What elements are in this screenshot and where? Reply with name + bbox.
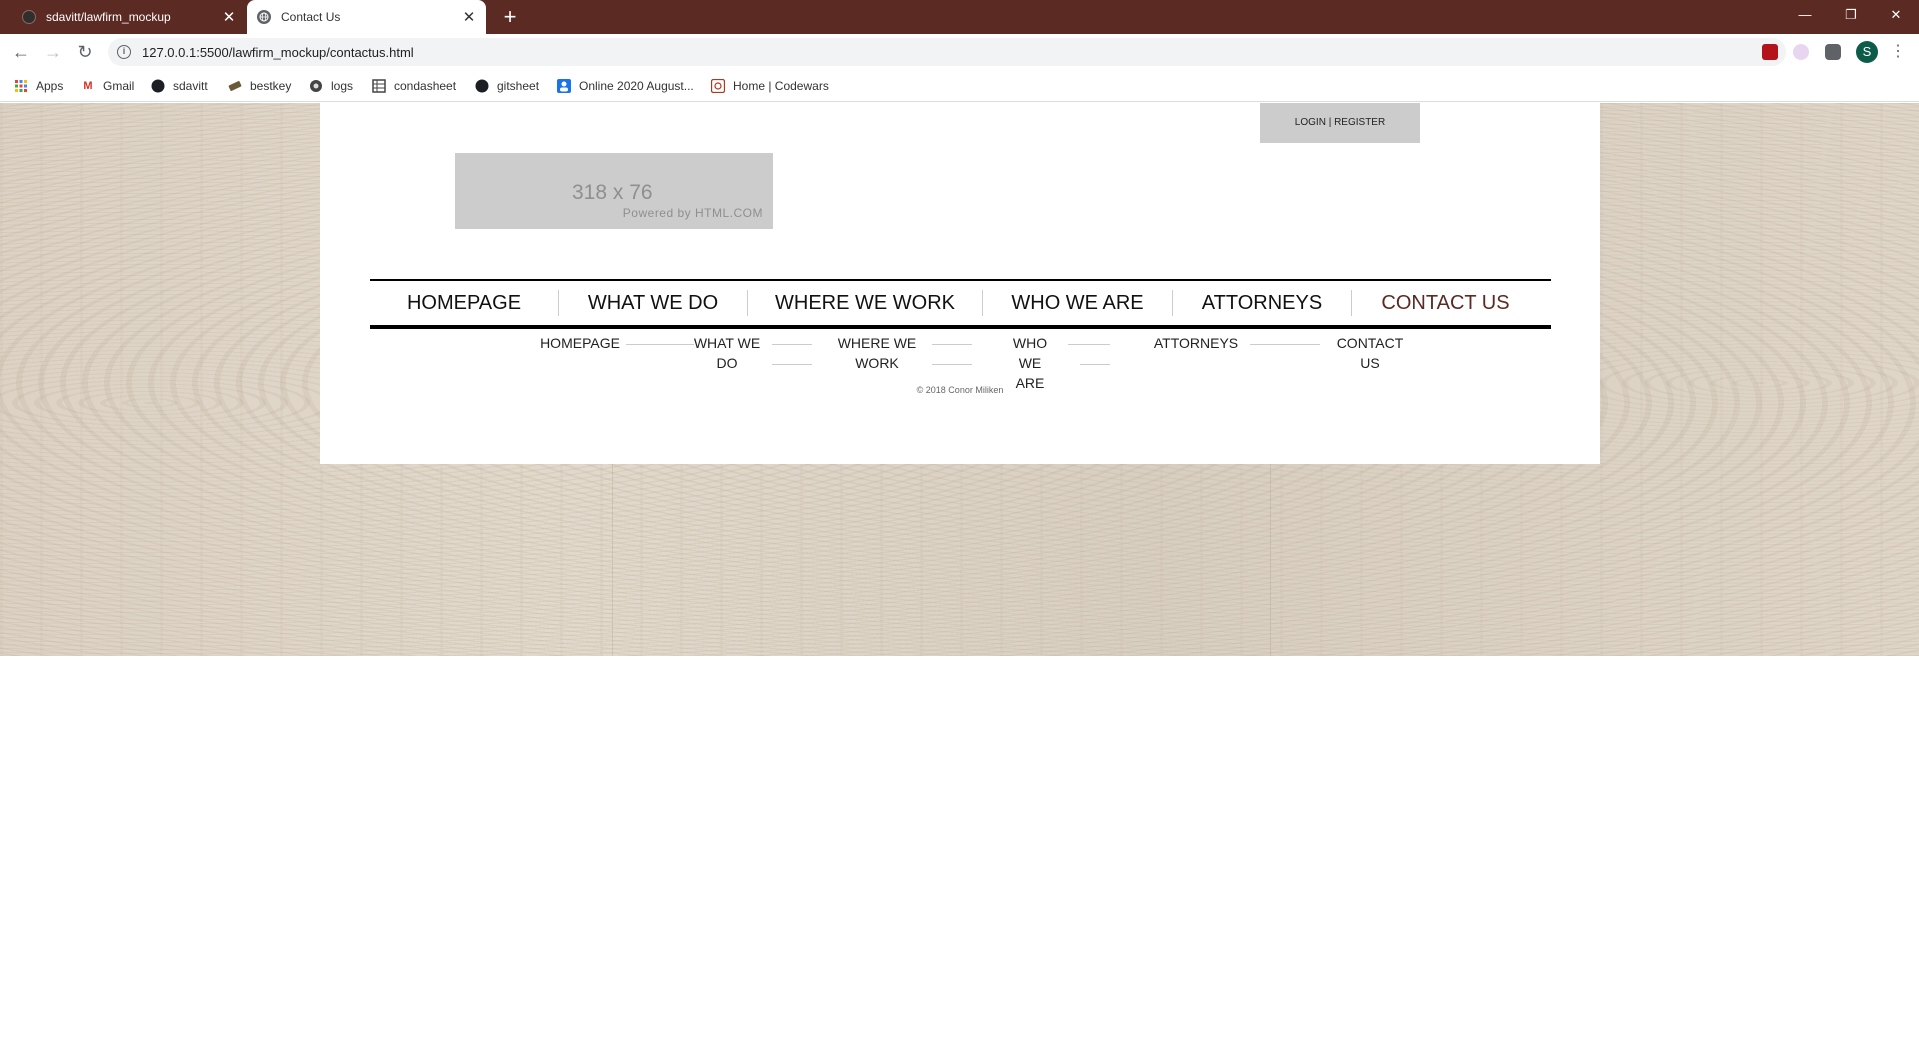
info-icon[interactable]: i bbox=[117, 45, 131, 59]
close-icon[interactable]: ✕ bbox=[458, 8, 480, 26]
codewars-icon bbox=[711, 79, 725, 93]
close-icon[interactable]: ✕ bbox=[218, 8, 240, 26]
person-icon bbox=[557, 79, 571, 93]
github-icon bbox=[22, 10, 36, 24]
footer-divider bbox=[772, 344, 812, 345]
bookmark-label: sdavitt bbox=[173, 79, 208, 93]
placeholder-dimensions: 318 x 76 bbox=[572, 181, 653, 204]
footer-divider bbox=[1068, 344, 1110, 345]
tab-sdavitt-lawfirm-mockup[interactable]: sdavitt/lawfirm_mockup ✕ bbox=[12, 0, 246, 34]
bookmarks-bar: Apps M Gmail sdavitt bestkey logs condas… bbox=[0, 70, 1919, 102]
bookmark-label: Online 2020 August... bbox=[579, 79, 694, 93]
broadcast-extension-icon[interactable] bbox=[1793, 44, 1809, 60]
browser-toolbar: ← → ↻ i 127.0.0.1:5500/lawfirm_mockup/co… bbox=[0, 34, 1919, 70]
bookmark-sdavitt[interactable]: sdavitt bbox=[151, 78, 208, 94]
nav-contact-us[interactable]: CONTACT US bbox=[1352, 292, 1539, 315]
github-icon bbox=[475, 79, 489, 93]
tab-contact-us[interactable]: Contact Us ✕ bbox=[247, 0, 486, 34]
footer-nav-line: WHO WE bbox=[1012, 335, 1048, 371]
bookmark-label: Apps bbox=[36, 79, 64, 93]
footer-nav-who-we-are[interactable]: WHO WE ARE bbox=[1000, 333, 1060, 393]
footer-nav-line: WORK bbox=[855, 355, 899, 371]
bookmark-gitsheet[interactable]: gitsheet bbox=[475, 78, 539, 94]
footer-divider bbox=[1080, 364, 1110, 365]
bookmark-online-2020[interactable]: Online 2020 August... bbox=[557, 78, 694, 94]
gmail-icon: M bbox=[83, 80, 93, 92]
bookmark-label: bestkey bbox=[250, 79, 292, 93]
footer-nav-where-we-work[interactable]: WHERE WE WORK bbox=[837, 333, 917, 373]
tab-title: Contact Us bbox=[281, 10, 341, 24]
apps-grid-icon bbox=[14, 79, 28, 93]
logo-placeholder-image: 318 x 76 Powered by HTML.COM bbox=[455, 153, 773, 229]
footer-nav-contact-us[interactable]: CONTACT US bbox=[1330, 333, 1410, 373]
url-text[interactable]: 127.0.0.1:5500/lawfirm_mockup/contactus.… bbox=[142, 45, 414, 60]
footer-nav-line: WHERE WE bbox=[837, 335, 917, 351]
bookmark-label: logs bbox=[331, 79, 354, 93]
footer-nav-attorneys[interactable]: ATTORNEYS bbox=[1150, 333, 1242, 353]
nav-where-we-work[interactable]: WHERE WE WORK bbox=[748, 292, 982, 315]
bookmark-apps[interactable]: Apps bbox=[14, 78, 63, 94]
footer-nav-line: US bbox=[1360, 355, 1380, 371]
minimize-button[interactable]: — bbox=[1782, 0, 1828, 30]
bookmark-condasheet[interactable]: condasheet bbox=[372, 78, 456, 94]
footer-divider bbox=[1250, 344, 1320, 345]
bestkey-icon bbox=[228, 79, 242, 93]
footer-divider bbox=[626, 344, 694, 345]
back-button[interactable]: ← bbox=[9, 40, 33, 64]
bookmark-label: gitsheet bbox=[497, 79, 540, 93]
bookmark-label: Home | Codewars bbox=[733, 79, 829, 93]
footer-nav-line: DO bbox=[716, 355, 738, 371]
window-close-button[interactable]: ✕ bbox=[1873, 0, 1919, 30]
tab-title: sdavitt/lawfirm_mockup bbox=[46, 10, 171, 24]
footer-nav-line: CONTACT bbox=[1336, 335, 1404, 351]
nav-who-we-are[interactable]: WHO WE ARE bbox=[983, 292, 1172, 315]
forward-button[interactable]: → bbox=[41, 40, 65, 64]
placeholder-credit: Powered by HTML.COM bbox=[622, 206, 763, 220]
page-viewport: LOGIN | REGISTER 318 x 76 Powered by HTM… bbox=[0, 103, 1919, 1038]
nav-attorneys[interactable]: ATTORNEYS bbox=[1173, 292, 1351, 315]
copyright-notice: © 2018 Conor Miliken bbox=[916, 385, 1004, 395]
profile-avatar[interactable]: S bbox=[1856, 41, 1878, 63]
sheet-icon bbox=[372, 79, 386, 93]
ublock-extension-icon[interactable] bbox=[1762, 44, 1778, 60]
main-navigation: HOMEPAGE WHAT WE DO WHERE WE WORK WHO WE… bbox=[370, 279, 1551, 329]
footer-divider bbox=[772, 364, 812, 365]
login-register-button[interactable]: LOGIN | REGISTER bbox=[1260, 103, 1420, 143]
browser-titlebar: sdavitt/lawfirm_mockup ✕ Contact Us ✕ + … bbox=[0, 0, 1919, 34]
bookmark-logs[interactable]: logs bbox=[309, 78, 353, 94]
nav-homepage[interactable]: HOMEPAGE bbox=[370, 292, 558, 315]
github-icon bbox=[151, 79, 165, 93]
bookmark-codewars[interactable]: Home | Codewars bbox=[711, 78, 829, 94]
bookmark-bestkey[interactable]: bestkey bbox=[228, 78, 291, 94]
bookmark-label: condasheet bbox=[394, 79, 457, 93]
reload-button[interactable]: ↻ bbox=[73, 40, 97, 64]
footer-nav-line: ATTORNEYS bbox=[1153, 335, 1239, 351]
menu-dots-icon[interactable]: ⋮ bbox=[1890, 42, 1906, 62]
footer-divider bbox=[932, 364, 972, 365]
footer-nav-line: HOMEPAGE bbox=[540, 335, 620, 351]
nav-what-we-do[interactable]: WHAT WE DO bbox=[559, 292, 747, 315]
bookmark-label: Gmail bbox=[103, 79, 135, 93]
footer-nav-line: WHAT WE bbox=[693, 335, 761, 351]
globe-icon bbox=[257, 10, 271, 24]
footer-nav-what-we-do[interactable]: WHAT WE DO bbox=[692, 333, 762, 373]
new-tab-button[interactable]: + bbox=[497, 4, 523, 30]
logs-icon bbox=[309, 79, 323, 93]
puzzle-extensions-icon[interactable] bbox=[1825, 44, 1841, 60]
restore-button[interactable]: ❐ bbox=[1828, 0, 1874, 30]
bookmark-gmail[interactable]: M Gmail bbox=[81, 78, 134, 94]
footer-nav-homepage[interactable]: HOMEPAGE bbox=[532, 333, 628, 353]
page-container: LOGIN | REGISTER 318 x 76 Powered by HTM… bbox=[320, 103, 1600, 464]
address-bar[interactable]: i 127.0.0.1:5500/lawfirm_mockup/contactu… bbox=[108, 38, 1786, 66]
footer-divider bbox=[932, 344, 972, 345]
